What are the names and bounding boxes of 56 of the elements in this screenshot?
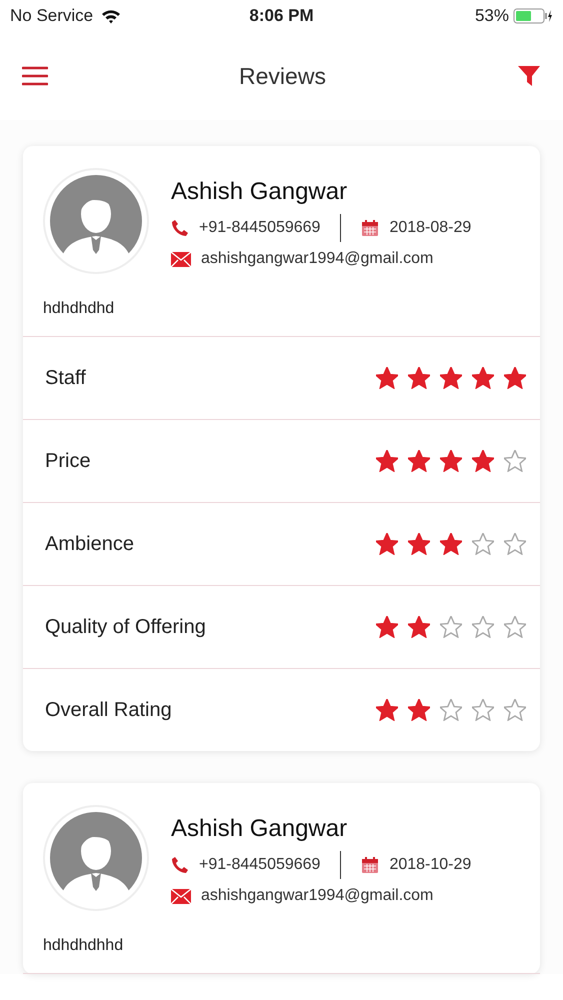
reviewer-name: Ashish Gangwar	[171, 815, 348, 843]
mail-icon	[171, 252, 191, 266]
filled-star-icon	[376, 616, 398, 638]
calendar-icon	[361, 219, 380, 237]
menu-icon[interactable]	[22, 66, 48, 86]
filled-star-icon	[408, 616, 430, 638]
phone-icon	[171, 219, 189, 237]
carrier-label: No Service	[10, 6, 94, 26]
empty-star-icon	[504, 616, 526, 638]
filled-star-icon	[376, 367, 398, 389]
review-date: 2018-10-29	[389, 856, 472, 874]
reviewer-name: Ashish Gangwar	[171, 178, 348, 206]
battery-icon	[513, 8, 553, 24]
filled-star-icon	[376, 699, 398, 721]
empty-star-icon	[440, 699, 462, 721]
clock: 8:06 PM	[249, 6, 314, 26]
empty-star-icon	[504, 450, 526, 472]
phone-icon	[171, 856, 189, 874]
filled-star-icon	[408, 450, 430, 472]
rating-label: Ambience	[45, 532, 134, 556]
rating-label: Quality of Offering	[45, 616, 206, 638]
filled-star-icon	[504, 367, 526, 389]
empty-star-icon	[472, 699, 494, 721]
rating-label: Staff	[45, 366, 86, 390]
email-address: ashishgangwar1994@gmail.com	[201, 250, 434, 268]
review-date: 2018-08-29	[389, 219, 472, 237]
filled-star-icon	[408, 533, 430, 555]
filled-star-icon	[440, 533, 462, 555]
filled-star-icon	[408, 367, 430, 389]
email-address: ashishgangwar1994@gmail.com	[201, 887, 434, 905]
empty-star-icon	[504, 533, 526, 555]
avatar-icon	[43, 805, 149, 911]
rating-label: Overall Rating	[45, 698, 172, 722]
empty-star-icon	[472, 533, 494, 555]
mail-icon	[171, 888, 191, 904]
empty-star-icon	[472, 616, 494, 638]
filter-icon[interactable]	[516, 64, 541, 88]
rating-label: Price	[45, 450, 91, 472]
filled-star-icon	[472, 367, 494, 389]
empty-star-icon	[440, 616, 462, 638]
filled-star-icon	[408, 699, 430, 721]
calendar-icon	[361, 856, 380, 874]
avatar-icon	[43, 168, 149, 274]
filled-star-icon	[376, 533, 398, 555]
phone-number: +91-8445059669	[199, 856, 320, 874]
phone-number: +91-8445059669	[199, 219, 320, 237]
wifi-icon	[101, 8, 122, 24]
review-comment: hdhdhdhd	[43, 300, 116, 318]
page-title: Reviews	[239, 62, 326, 90]
filled-star-icon	[440, 450, 462, 472]
battery-percent: 53%	[474, 6, 509, 26]
filled-star-icon	[440, 367, 462, 389]
empty-star-icon	[504, 699, 526, 721]
filled-star-icon	[376, 450, 398, 472]
filled-star-icon	[472, 450, 494, 472]
review-comment: hdhdhdhhd	[43, 937, 124, 955]
